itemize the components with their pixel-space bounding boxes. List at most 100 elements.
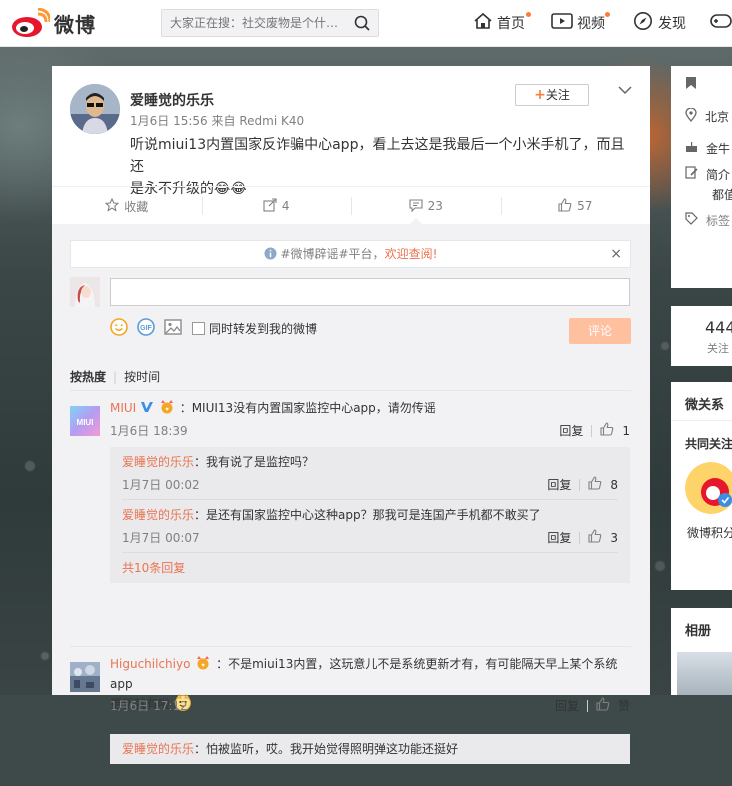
nav-discover-label: 发现 xyxy=(658,16,686,32)
comment-button[interactable]: 23 xyxy=(351,187,501,225)
reply-button[interactable]: 回复 xyxy=(555,697,579,714)
follow-count[interactable]: 444 xyxy=(671,306,732,337)
post-card: 爱睡觉的乐乐 1月6日 15:56 来自 Redmi K40 +关注 听说miu… xyxy=(52,66,650,764)
notice-link[interactable]: 欢迎查阅! xyxy=(385,247,438,261)
reply-reply-button[interactable]: 回复 xyxy=(547,529,571,546)
reply-body: ：是还有国家监控中心这种app？那我可是连国产手机都不敢买了 xyxy=(194,508,541,522)
nav-discover[interactable]: 发现 xyxy=(633,0,686,46)
ops-divider xyxy=(579,531,581,544)
location-icon xyxy=(685,106,697,125)
reply-list: 爱睡觉的乐乐：怕被监听，哎。我开始觉得照明弹这功能还挺好 xyxy=(110,734,630,764)
profile-row-tags: 标签 xyxy=(671,204,732,236)
verified-icon xyxy=(140,401,158,415)
comment-count: 23 xyxy=(427,199,443,213)
reply-item: 爱睡觉的乐乐：怕被监听，哎。我开始觉得照明弹这功能还挺好 xyxy=(122,734,618,786)
reply-reply-button[interactable]: 回复 xyxy=(547,476,571,493)
profile-row-bio-cont: 都值 xyxy=(671,184,732,204)
gif-icon[interactable]: GIF xyxy=(136,318,156,339)
commenter-avatar[interactable]: MIUI xyxy=(70,406,100,436)
comment-like-icon[interactable] xyxy=(596,697,610,714)
reply-button[interactable]: 回复 xyxy=(559,422,583,439)
search-icon[interactable] xyxy=(354,15,370,34)
favorite-button[interactable]: 收藏 xyxy=(52,187,202,225)
author-name[interactable]: 爱睡觉的乐乐 xyxy=(130,90,214,110)
reply-like-icon[interactable] xyxy=(588,529,602,546)
like-button[interactable]: 57 xyxy=(500,187,651,225)
forward-checkbox[interactable] xyxy=(192,322,205,335)
reply-time: 1月7日 00:07 xyxy=(122,531,200,545)
emoji-icon[interactable] xyxy=(110,318,128,339)
relations-title: 微关系 xyxy=(671,382,732,421)
close-icon[interactable]: × xyxy=(610,241,622,267)
forward-checkbox-row[interactable]: 同时转发到我的微博 xyxy=(192,320,317,337)
top-nav-bar: 微博 首页 视频 发现 xyxy=(0,0,732,47)
comment-tools: GIF 同时转发到我的微博 xyxy=(110,318,317,339)
nav-video[interactable]: 视频 xyxy=(551,0,610,46)
svg-text:♥: ♥ xyxy=(201,663,205,669)
sort-divider: | xyxy=(113,370,118,384)
chevron-down-icon[interactable] xyxy=(617,82,633,101)
sort-by-time[interactable]: 按时间 xyxy=(124,370,160,384)
reply-user[interactable]: 爱睡觉的乐乐 xyxy=(122,742,194,756)
album-thumbnail[interactable] xyxy=(677,652,732,695)
comment-input[interactable] xyxy=(110,278,630,306)
repost-button[interactable]: 4 xyxy=(201,187,352,225)
follow-button[interactable]: +关注 xyxy=(515,84,589,106)
favorite-label: 收藏 xyxy=(124,199,149,214)
nav-game[interactable] xyxy=(710,0,732,46)
comment-sort: 按热度 | 按时间 xyxy=(70,368,160,385)
nav-home-badge xyxy=(526,12,531,17)
notice-tag[interactable]: #微博辟谣#平台， xyxy=(280,247,384,261)
comment-like-icon[interactable] xyxy=(600,422,614,439)
my-avatar[interactable] xyxy=(70,277,100,307)
commenter-name[interactable]: Higuchilchiyo xyxy=(110,657,190,671)
submit-comment-button[interactable]: 评论 xyxy=(569,318,631,344)
weibo-logo[interactable]: 微博 xyxy=(10,7,96,38)
reply-user[interactable]: 爱睡觉的乐乐 xyxy=(122,455,194,469)
more-replies-link[interactable]: 共10条回复 xyxy=(122,553,618,583)
comment-time: 1月6日 18:39 xyxy=(110,424,188,438)
comment-time: 1月6日 17:12 xyxy=(110,699,188,713)
ops-divider xyxy=(579,478,581,491)
post-source[interactable]: Redmi K40 xyxy=(239,114,304,128)
sort-by-hot[interactable]: 按热度 xyxy=(70,370,106,384)
reply-user[interactable]: 爱睡觉的乐乐 xyxy=(122,508,194,522)
comment-icon xyxy=(409,198,423,215)
post-time[interactable]: 1月6日 15:56 xyxy=(130,114,208,128)
reply-ops: 回复 3 xyxy=(547,529,618,546)
reply-like-icon[interactable] xyxy=(588,476,602,493)
profile-stats-card: 444 关注 xyxy=(671,306,732,366)
reply-time: 1月7日 00:02 xyxy=(122,478,200,492)
edit-icon xyxy=(685,166,698,182)
divider xyxy=(70,390,631,391)
post-action-bar: 收藏 4 23 57 xyxy=(52,186,650,226)
mutual-avatar[interactable] xyxy=(685,462,732,514)
rumor-notice: #微博辟谣#平台，欢迎查阅! × xyxy=(70,240,631,268)
plus-icon: + xyxy=(534,87,546,103)
nav-home[interactable]: 首页 xyxy=(473,0,531,46)
nav-video-label: 视频 xyxy=(577,16,605,32)
weibo-logo-icon xyxy=(10,7,52,38)
mutual-name[interactable]: 微博积分 xyxy=(687,524,732,541)
tag-icon xyxy=(685,212,698,228)
album-card: 相册 xyxy=(671,608,732,695)
comment-ops: 回复 1 xyxy=(559,422,630,439)
reply-body: ：我有说了是监控吗？ xyxy=(194,455,315,469)
reply-body: ：怕被监听，哎。我开始觉得照明弹这功能还挺好 xyxy=(194,742,459,756)
comment-like-count: 1 xyxy=(622,423,630,438)
commenter-name[interactable]: MIUI xyxy=(110,401,136,415)
ops-divider xyxy=(586,699,588,712)
profile-row-zodiac: 金牛 xyxy=(671,132,732,164)
profile-info-card: 北京 金牛 简介 都值 标签 xyxy=(671,66,732,288)
forward-label: 同时转发到我的微博 xyxy=(209,322,318,336)
profile-bio-cont: 都值 xyxy=(712,187,732,202)
profile-row-bio: 简介 xyxy=(671,164,732,184)
fan-badge-icon: ♥ xyxy=(194,656,216,671)
post-text-line1: 听说miui13内置国家反诈骗中心app，看上去这是我最后一个小米手机了，而且还 xyxy=(130,137,625,175)
commenter-avatar[interactable] xyxy=(70,662,100,692)
search-input[interactable] xyxy=(162,10,356,36)
reply-list: 爱睡觉的乐乐：我有说了是监控吗？ 1月7日 00:02 回复 8 爱睡觉的乐乐：… xyxy=(110,447,630,583)
gamepad-icon xyxy=(710,12,732,34)
author-avatar[interactable] xyxy=(70,84,120,134)
image-icon[interactable] xyxy=(164,319,182,338)
